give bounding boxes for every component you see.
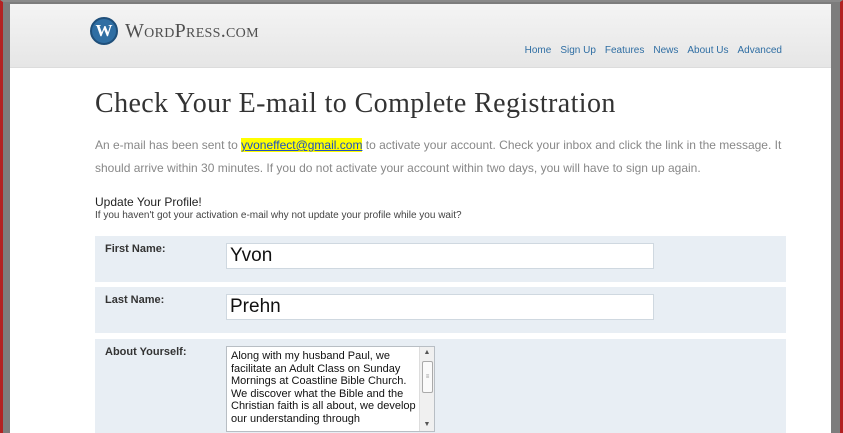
main-nav: Home Sign Up Features News About Us Adva…: [525, 45, 782, 56]
nav-news[interactable]: News: [653, 45, 678, 56]
update-profile-subtitle: If you haven't got your activation e-mai…: [95, 210, 462, 221]
nav-advanced[interactable]: Advanced: [738, 45, 782, 56]
scrollbar-grip-icon: ≡: [425, 374, 430, 380]
nav-sign-up[interactable]: Sign Up: [560, 45, 596, 56]
scroll-up-arrow-icon[interactable]: ▲: [420, 347, 434, 359]
email-address[interactable]: yvoneffect@gmail.com: [241, 138, 363, 152]
site-header: W WordPress.com Home Sign Up Features Ne…: [10, 4, 831, 68]
first-name-label: First Name:: [105, 243, 166, 255]
first-name-input[interactable]: [226, 243, 654, 269]
last-name-row: Last Name:: [95, 287, 786, 333]
wordpress-logo-icon: W: [90, 17, 118, 45]
about-row: About Yourself: Along with my husband Pa…: [95, 339, 786, 433]
page-title: Check Your E-mail to Complete Registrati…: [95, 88, 616, 119]
intro-before: An e-mail has been sent to: [95, 138, 242, 152]
last-name-input[interactable]: [226, 294, 654, 320]
main-content: Check Your E-mail to Complete Registrati…: [95, 88, 795, 221]
nav-home[interactable]: Home: [525, 45, 552, 56]
about-textarea-text: Along with my husband Paul, we facilitat…: [231, 350, 416, 425]
about-label: About Yourself:: [105, 346, 187, 358]
about-textarea[interactable]: Along with my husband Paul, we facilitat…: [226, 346, 435, 432]
page: W WordPress.com Home Sign Up Features Ne…: [10, 4, 831, 433]
logo-text: WordPress.com: [125, 19, 259, 42]
update-profile-title: Update Your Profile!: [95, 195, 202, 209]
scroll-down-arrow-icon[interactable]: ▼: [420, 419, 434, 431]
scrollbar-thumb[interactable]: ≡: [422, 361, 433, 393]
logo[interactable]: W WordPress.com: [90, 17, 259, 45]
nav-features[interactable]: Features: [605, 45, 644, 56]
intro-text: An e-mail has been sent to yvoneffect@gm…: [95, 134, 795, 180]
nav-about-us[interactable]: About Us: [687, 45, 728, 56]
last-name-label: Last Name:: [105, 294, 165, 306]
first-name-row: First Name:: [95, 236, 786, 282]
textarea-scrollbar[interactable]: ▲ ≡ ▼: [419, 347, 434, 431]
